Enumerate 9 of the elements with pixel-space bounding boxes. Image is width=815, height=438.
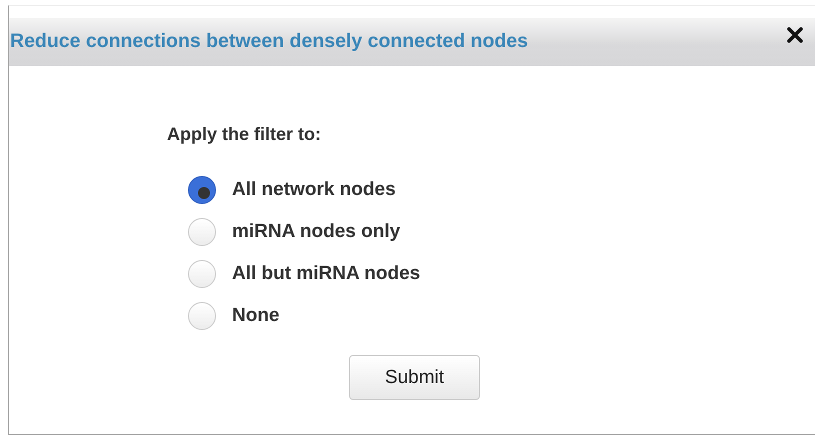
close-icon[interactable] <box>787 27 803 43</box>
submit-button[interactable]: Submit <box>349 355 480 400</box>
radio-button[interactable] <box>188 176 216 204</box>
option-label: miRNA nodes only <box>232 221 400 243</box>
option-label: All but miRNA nodes <box>232 263 420 285</box>
option-label: None <box>232 305 280 327</box>
filter-prompt: Apply the filter to: <box>167 124 322 145</box>
dialog-title: Reduce connections between densely connected nodes <box>10 30 528 52</box>
option-label: All network nodes <box>232 179 396 201</box>
